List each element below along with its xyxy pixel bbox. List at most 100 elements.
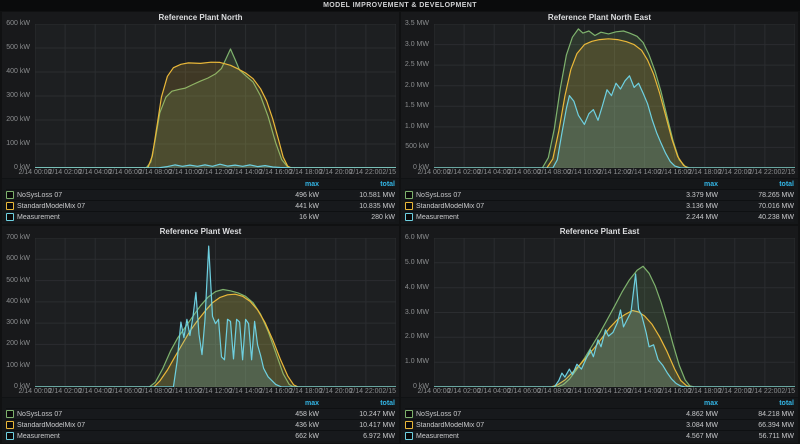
series-name[interactable]: Measurement: [416, 433, 656, 440]
legend-sort-total[interactable]: total: [319, 400, 395, 407]
series-color-marker[interactable]: [405, 191, 413, 199]
series-name[interactable]: StandardModelMix 07: [17, 422, 257, 429]
series-color-marker[interactable]: [6, 213, 14, 221]
y-axis: 0 kW 100 kW 200 kW 300 kW 400 kW 500 kW 600 kW: [2, 20, 35, 171]
series-max-value: 3.084 MW: [686, 421, 718, 429]
y-tick-label: 1.0 MW: [404, 358, 429, 366]
panel-title[interactable]: Reference Plant North: [2, 12, 399, 24]
legend-item[interactable]: StandardModelMix 07 436 kW 10.417 MW: [6, 419, 395, 430]
series-max-value: 16 kW: [299, 213, 319, 221]
series-total-value: 10.581 MW: [359, 191, 395, 199]
series-name[interactable]: Measurement: [17, 433, 257, 440]
x-tick-label: 2/14 04:00: [477, 169, 511, 176]
x-tick-label: 2/14 10:00: [567, 169, 601, 176]
panel-title[interactable]: Reference Plant East: [401, 226, 798, 238]
series-name[interactable]: StandardModelMix 07: [17, 203, 257, 210]
x-tick-label: 2/14 12:00: [198, 169, 233, 176]
series-total-value: 66.394 MW: [758, 421, 794, 429]
series-name[interactable]: StandardModelMix 07: [416, 422, 656, 429]
legend-item[interactable]: NoSysLoss 07 3.379 MW 78.265 MW: [405, 189, 794, 200]
panel-reference-plant-north: Reference Plant North 0 kW 100 kW 200 kW 30…: [2, 12, 399, 224]
y-tick-label: 400 kW: [6, 68, 30, 75]
x-tick-label: 2/14 16:00: [658, 169, 692, 176]
y-tick-label: 300 kW: [6, 92, 30, 99]
legend-item[interactable]: StandardModelMix 07 3.084 MW 66.394 MW: [405, 419, 794, 430]
series-color-marker[interactable]: [405, 421, 413, 429]
series-name[interactable]: Measurement: [17, 214, 257, 221]
y-tick-label: 300 kW: [6, 319, 30, 327]
y-tick-label: 500 kW: [6, 276, 30, 284]
series-color-marker[interactable]: [405, 202, 413, 210]
x-tick-label: 2/14 12:00: [597, 388, 632, 395]
series-name[interactable]: NoSysLoss 07: [17, 192, 257, 199]
y-tick-label: 6.0 MW: [404, 234, 429, 241]
x-tick-label: 2/14 14:00: [628, 169, 662, 176]
series-color-marker[interactable]: [6, 421, 14, 429]
series-color-marker[interactable]: [405, 432, 413, 440]
series-color-marker[interactable]: [6, 202, 14, 210]
x-tick-label: 2/14 06:00: [507, 388, 541, 395]
x-tick-label: 2/14 02:00: [48, 169, 82, 176]
series-color-marker[interactable]: [6, 410, 14, 418]
series-color-marker[interactable]: [6, 191, 14, 199]
legend-item[interactable]: StandardModelMix 07 3.136 MW 70.016 MW: [405, 200, 794, 211]
legend-sort-max[interactable]: max: [257, 181, 319, 188]
x-tick-label: 2/14 00:00: [417, 388, 451, 395]
x-tick-label: 2/15: [382, 169, 396, 176]
y-tick-label: 400 kW: [6, 297, 30, 305]
panel-title[interactable]: Reference Plant West: [2, 226, 399, 238]
x-tick-label: 2/14 06:00: [108, 388, 142, 395]
series-color-marker[interactable]: [6, 432, 14, 440]
series-name[interactable]: Measurement: [416, 214, 656, 221]
legend-item[interactable]: NoSysLoss 07 496 kW 10.581 MW: [6, 189, 395, 200]
y-tick-label: 600 kW: [6, 20, 30, 27]
x-tick-label: 2/14 22:00: [349, 169, 383, 176]
legend-sort-max[interactable]: max: [257, 400, 319, 407]
x-axis: 2/14 00:00 2/14 02:00 2/14 04:00 2/14 06:00…: [18, 387, 396, 397]
panel-title[interactable]: Reference Plant North East: [401, 12, 798, 24]
x-tick-label: 2/14 08:00: [138, 388, 172, 395]
series-max-value: 458 kW: [295, 410, 319, 418]
series-color-marker[interactable]: [405, 213, 413, 221]
x-tick-label: 2/14 16:00: [259, 169, 293, 176]
x-tick-label: 2/14 20:00: [319, 388, 353, 395]
legend-sort-max[interactable]: max: [656, 181, 718, 188]
x-tick-label: 2/14 02:00: [447, 169, 481, 176]
legend-sort-total[interactable]: total: [718, 400, 794, 407]
legend-item[interactable]: StandardModelMix 07 441 kW 10.835 MW: [6, 200, 395, 211]
legend-item[interactable]: NoSysLoss 07 458 kW 10.247 MW: [6, 408, 395, 419]
y-axis: 0 kW 100 kW 200 kW 300 kW 400 kW 500 kW 600 kW…: [2, 234, 35, 390]
graph-canvas[interactable]: [434, 238, 795, 387]
legend-item[interactable]: Measurement 4.567 MW 56.711 MW: [405, 430, 794, 441]
legend-item[interactable]: NoSysLoss 07 4.862 MW 84.218 MW: [405, 408, 794, 419]
legend-item[interactable]: Measurement 2.244 MW 40.238 MW: [405, 211, 794, 222]
x-tick-label: 2/14 18:00: [688, 169, 722, 176]
legend-item[interactable]: Measurement 662 kW 6.972 MW: [6, 430, 395, 441]
x-tick-label: 2/14 04:00: [78, 388, 112, 395]
x-axis: 2/14 00:00 2/14 02:00 2/14 04:00 2/14 06:00…: [18, 168, 396, 178]
series-max-value: 436 kW: [295, 421, 319, 429]
legend-sort-max[interactable]: max: [656, 400, 718, 407]
y-tick-label: 600 kW: [6, 255, 30, 263]
dashboard-grid: Reference Plant North 0 kW 100 kW 200 kW 30…: [0, 11, 800, 444]
graph-canvas[interactable]: [35, 238, 396, 387]
graph-canvas[interactable]: [35, 24, 396, 168]
series-color-marker[interactable]: [405, 410, 413, 418]
graph-canvas[interactable]: [434, 24, 795, 168]
series-name[interactable]: StandardModelMix 07: [416, 203, 656, 210]
series-total-value: 40.238 MW: [758, 213, 794, 221]
legend-sort-total[interactable]: total: [718, 181, 794, 188]
series-max-value: 4.567 MW: [686, 432, 718, 440]
series-max-value: 441 kW: [295, 202, 319, 210]
x-tick-label: 2/14 00:00: [18, 169, 52, 176]
series-name[interactable]: NoSysLoss 07: [416, 411, 656, 418]
x-tick-label: 2/14 16:00: [259, 388, 293, 395]
legend-item[interactable]: Measurement 16 kW 280 kW: [6, 211, 395, 222]
x-tick-label: 2/14 02:00: [48, 388, 82, 395]
x-tick-label: 2/14 14:00: [229, 169, 263, 176]
series-name[interactable]: NoSysLoss 07: [416, 192, 656, 199]
x-tick-label: 2/15: [781, 169, 795, 176]
legend-sort-total[interactable]: total: [319, 181, 395, 188]
x-tick-label: 2/14 06:00: [507, 169, 541, 176]
series-name[interactable]: NoSysLoss 07: [17, 411, 257, 418]
